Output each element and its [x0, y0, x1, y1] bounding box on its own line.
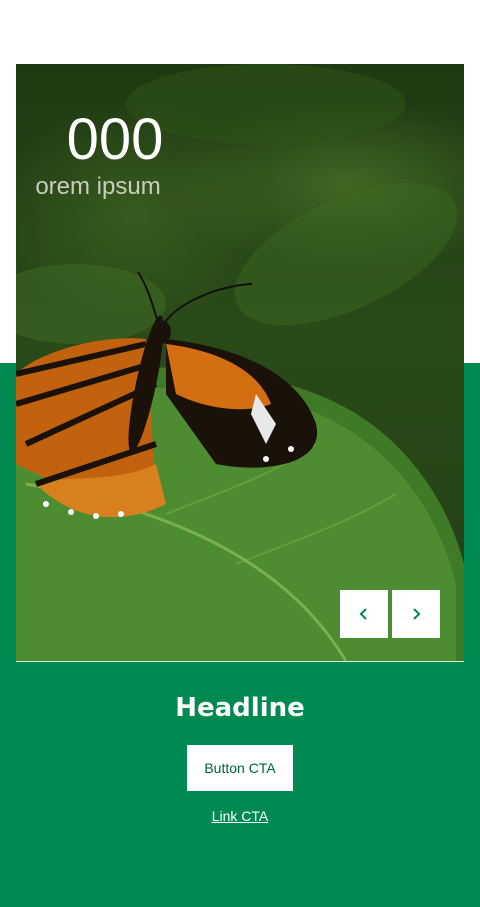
- cta-link[interactable]: Link CTA: [0, 808, 480, 824]
- chevron-right-icon: [413, 608, 421, 620]
- stat-label: orem ipsum: [35, 173, 161, 200]
- carousel-next-button[interactable]: [392, 590, 440, 638]
- cta-button[interactable]: Button CTA: [187, 745, 293, 791]
- chevron-left-icon: [359, 608, 367, 620]
- divider: [16, 661, 464, 662]
- carousel-prev-button[interactable]: [340, 590, 388, 638]
- headline: Headline: [175, 693, 305, 723]
- stat-number: 000: [66, 107, 164, 172]
- hero-image: 000 orem ipsum: [16, 64, 464, 661]
